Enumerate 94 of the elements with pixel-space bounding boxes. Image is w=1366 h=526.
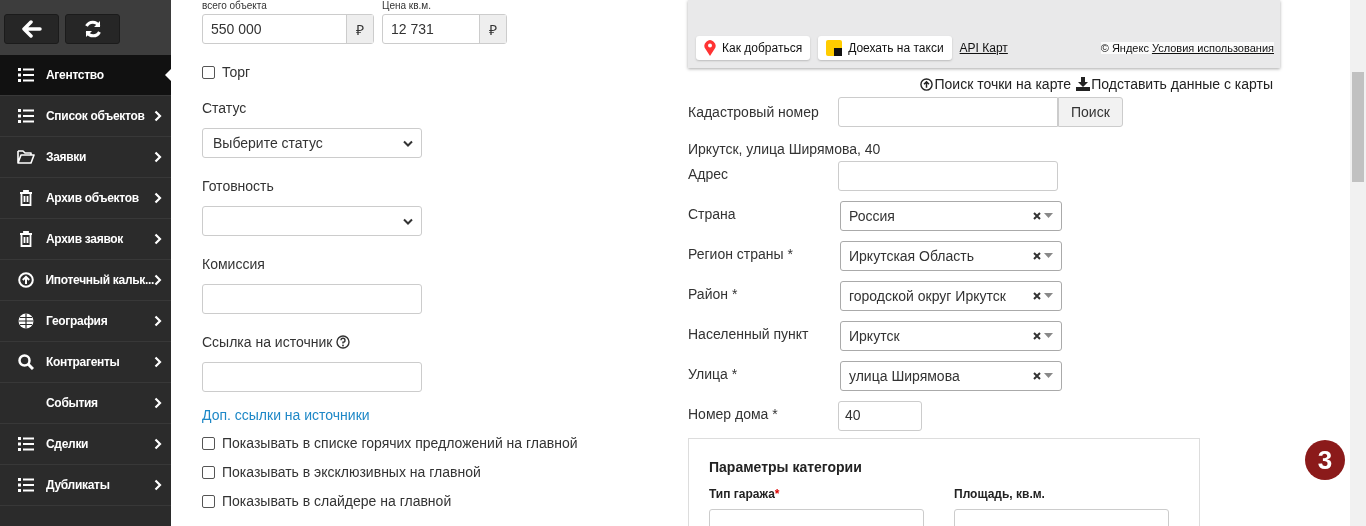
dropdown-caret-icon — [1044, 253, 1053, 259]
list-icon — [18, 478, 34, 492]
dropdown-caret-icon — [1044, 333, 1053, 339]
field-label: Комиссия — [202, 256, 266, 272]
checkbox[interactable] — [202, 494, 215, 508]
sidebar-item[interactable]: Ипотечный кальк... — [0, 260, 171, 301]
search-icon — [18, 354, 34, 370]
checkbox-label: Показывать в списке горячих предложений на главной — [222, 435, 578, 451]
trash-icon — [19, 231, 33, 247]
combo-select[interactable]: городской округ Иркутск — [840, 281, 1062, 311]
checkbox[interactable] — [202, 465, 215, 479]
clear-icon[interactable] — [1033, 252, 1041, 260]
api-link[interactable]: API Карт — [959, 41, 1008, 55]
dropdown-caret-icon — [1044, 293, 1053, 299]
arrow-up-circle-icon — [17, 272, 34, 288]
price-field[interactable]: 550 000 ₽ — [202, 14, 374, 44]
clear-icon[interactable] — [1033, 372, 1041, 380]
sidebar-item[interactable]: Дубликаты — [0, 465, 171, 506]
map-button[interactable]: Как добраться — [696, 36, 811, 60]
list-icon — [18, 437, 34, 451]
combo-select[interactable]: Россия — [840, 201, 1062, 231]
price-field[interactable]: 12 731 ₽ — [382, 14, 507, 44]
sidebar-item[interactable]: Агентство — [0, 55, 171, 96]
checkbox-label: Торг — [222, 64, 251, 80]
folder-icon — [17, 150, 35, 164]
sidebar-item[interactable]: Заявки — [0, 137, 171, 178]
house-number-field[interactable]: 40 — [838, 401, 922, 431]
sidebar-item[interactable]: Список объектов — [0, 96, 171, 137]
trash-icon — [19, 190, 33, 206]
field-label: Статус — [202, 100, 248, 116]
currency-addon: ₽ — [346, 15, 373, 43]
arrow-left-icon — [21, 20, 42, 38]
currency-addon: ₽ — [479, 15, 506, 43]
address-field[interactable] — [838, 161, 1058, 191]
active-pointer-icon — [165, 69, 171, 81]
sidebar-item[interactable]: Контрагенты — [0, 342, 171, 383]
price-label: всего объекта — [202, 0, 268, 12]
panel-title: Параметры категории — [709, 459, 863, 475]
field-label: Населенный пункт — [688, 325, 810, 342]
commission-field[interactable] — [202, 284, 422, 314]
combo-select[interactable]: Иркутская Область — [840, 241, 1062, 271]
globe-icon — [18, 313, 34, 329]
field-label: Площадь, кв.м. — [954, 487, 1046, 501]
copyright-text: © Яндекс — [1100, 42, 1149, 54]
field-label: Улица * — [688, 365, 739, 382]
clear-icon[interactable] — [1033, 212, 1041, 220]
field-label: Тип гаража* — [709, 487, 781, 501]
map-button[interactable]: Доехать на такси — [818, 36, 952, 60]
field-label: Регион страны * — [688, 245, 794, 262]
chevron-down-icon — [403, 139, 413, 147]
map-action-link[interactable]: Подставить данные с карты — [1076, 76, 1273, 92]
sidebar-item[interactable]: География — [0, 301, 171, 342]
field-label: Адрес — [688, 165, 730, 182]
combo-select[interactable]: Иркутск — [840, 321, 1062, 351]
refresh-button[interactable] — [65, 14, 120, 44]
extra-links-link[interactable]: Доп. ссылки на источники — [202, 407, 370, 423]
sidebar-item[interactable]: Архив заявок — [0, 219, 171, 260]
field-label: Номер дома * — [688, 405, 779, 422]
notification-badge[interactable]: 3 — [1305, 440, 1345, 480]
combo-select[interactable]: улица Ширямова — [840, 361, 1062, 391]
terms-link[interactable]: Условия использования — [1151, 42, 1274, 54]
field-label: Район * — [688, 285, 739, 302]
cadastral-number-field[interactable] — [838, 97, 1058, 127]
back-button[interactable] — [4, 14, 59, 44]
status-select[interactable]: Выберите статус — [202, 128, 422, 158]
taxi-icon — [826, 40, 843, 56]
search-button[interactable]: Поиск — [1058, 97, 1123, 127]
checkbox[interactable] — [202, 436, 215, 450]
source-link-field[interactable] — [202, 362, 422, 392]
map-action-link[interactable]: Поиск точки на карте — [920, 76, 1072, 92]
checkbox-label: Показывать в слайдере на главной — [222, 493, 452, 509]
dropdown-caret-icon — [1044, 213, 1053, 219]
dropdown-caret-icon — [1044, 373, 1053, 379]
clear-icon[interactable] — [1033, 332, 1041, 340]
checkbox-label: Показывать в эксклюзивных на главной — [222, 464, 481, 480]
sidebar-item[interactable]: Архив объектов — [0, 178, 171, 219]
checkbox[interactable] — [202, 65, 215, 79]
field-label: Готовность — [202, 178, 275, 194]
field-label: Ссылка на источник — [202, 334, 333, 350]
sidebar-item[interactable]: События — [0, 383, 171, 424]
sidebar-item[interactable]: Сделки — [0, 424, 171, 465]
help-icon[interactable] — [336, 335, 351, 349]
field-label: Кадастровый номер — [688, 104, 820, 120]
clear-icon[interactable] — [1033, 292, 1041, 300]
download-icon — [1076, 77, 1091, 91]
list-icon — [18, 68, 34, 82]
price-label: Цена кв.м. — [382, 0, 432, 12]
arrow-up-circle-icon — [920, 77, 934, 91]
scrollbar[interactable] — [1350, 0, 1366, 526]
field-label: Страна — [688, 205, 737, 222]
list-icon — [18, 109, 34, 123]
address-text: Иркутск, улица Ширямова, 40 — [688, 141, 882, 159]
map-pin-icon — [704, 40, 716, 56]
chevron-down-icon — [403, 217, 413, 225]
